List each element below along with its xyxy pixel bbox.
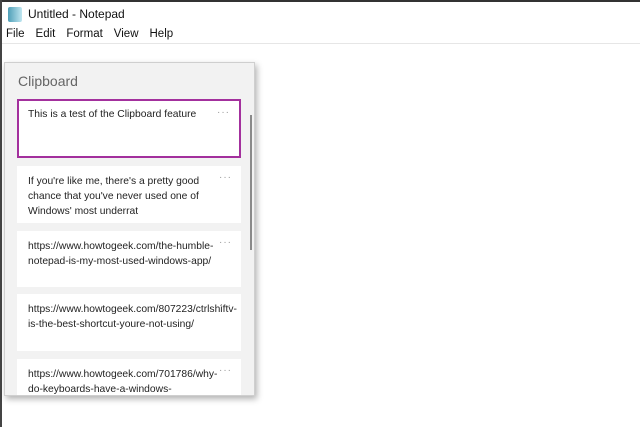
menu-format[interactable]: Format [62, 26, 107, 43]
scrollbar-thumb[interactable] [250, 115, 252, 250]
clipboard-item-text: If you're like me, there's a pretty good… [28, 176, 199, 217]
clipboard-item[interactable]: https://www.howtogeek.com/807223/ctrlshi… [17, 294, 241, 351]
clipboard-item-text: https://www.howtogeek.com/the-humble-not… [28, 241, 213, 267]
menu-file[interactable]: File [2, 26, 30, 43]
clipboard-item[interactable]: If you're like me, there's a pretty good… [17, 166, 241, 223]
more-options-icon[interactable]: ··· [219, 170, 232, 185]
more-options-icon[interactable]: ··· [219, 235, 232, 250]
clipboard-item-text: https://www.howtogeek.com/807223/ctrlshi… [28, 304, 237, 330]
clipboard-item-text: This is a test of the Clipboard feature [28, 109, 196, 120]
clipboard-item[interactable]: https://www.howtogeek.com/701786/why-do-… [17, 359, 241, 396]
clipboard-panel: Clipboard This is a test of the Clipboar… [4, 62, 255, 396]
menu-edit[interactable]: Edit [32, 26, 61, 43]
window-title: Untitled - Notepad [28, 7, 125, 21]
clipboard-item-text: https://www.howtogeek.com/701786/why-do-… [28, 369, 217, 395]
clipboard-item[interactable]: https://www.howtogeek.com/the-humble-not… [17, 231, 241, 287]
menu-view[interactable]: View [110, 26, 144, 43]
clipboard-item[interactable]: This is a test of the Clipboard feature … [17, 99, 241, 158]
menu-bar: File Edit Format View Help [2, 26, 640, 44]
more-options-icon[interactable]: ··· [217, 105, 230, 120]
title-bar: Untitled - Notepad [2, 2, 640, 26]
clipboard-title: Clipboard [18, 73, 78, 89]
more-options-icon[interactable]: ··· [219, 298, 232, 313]
menu-help[interactable]: Help [146, 26, 179, 43]
notepad-app-icon [8, 7, 22, 22]
more-options-icon[interactable]: ··· [219, 363, 232, 378]
